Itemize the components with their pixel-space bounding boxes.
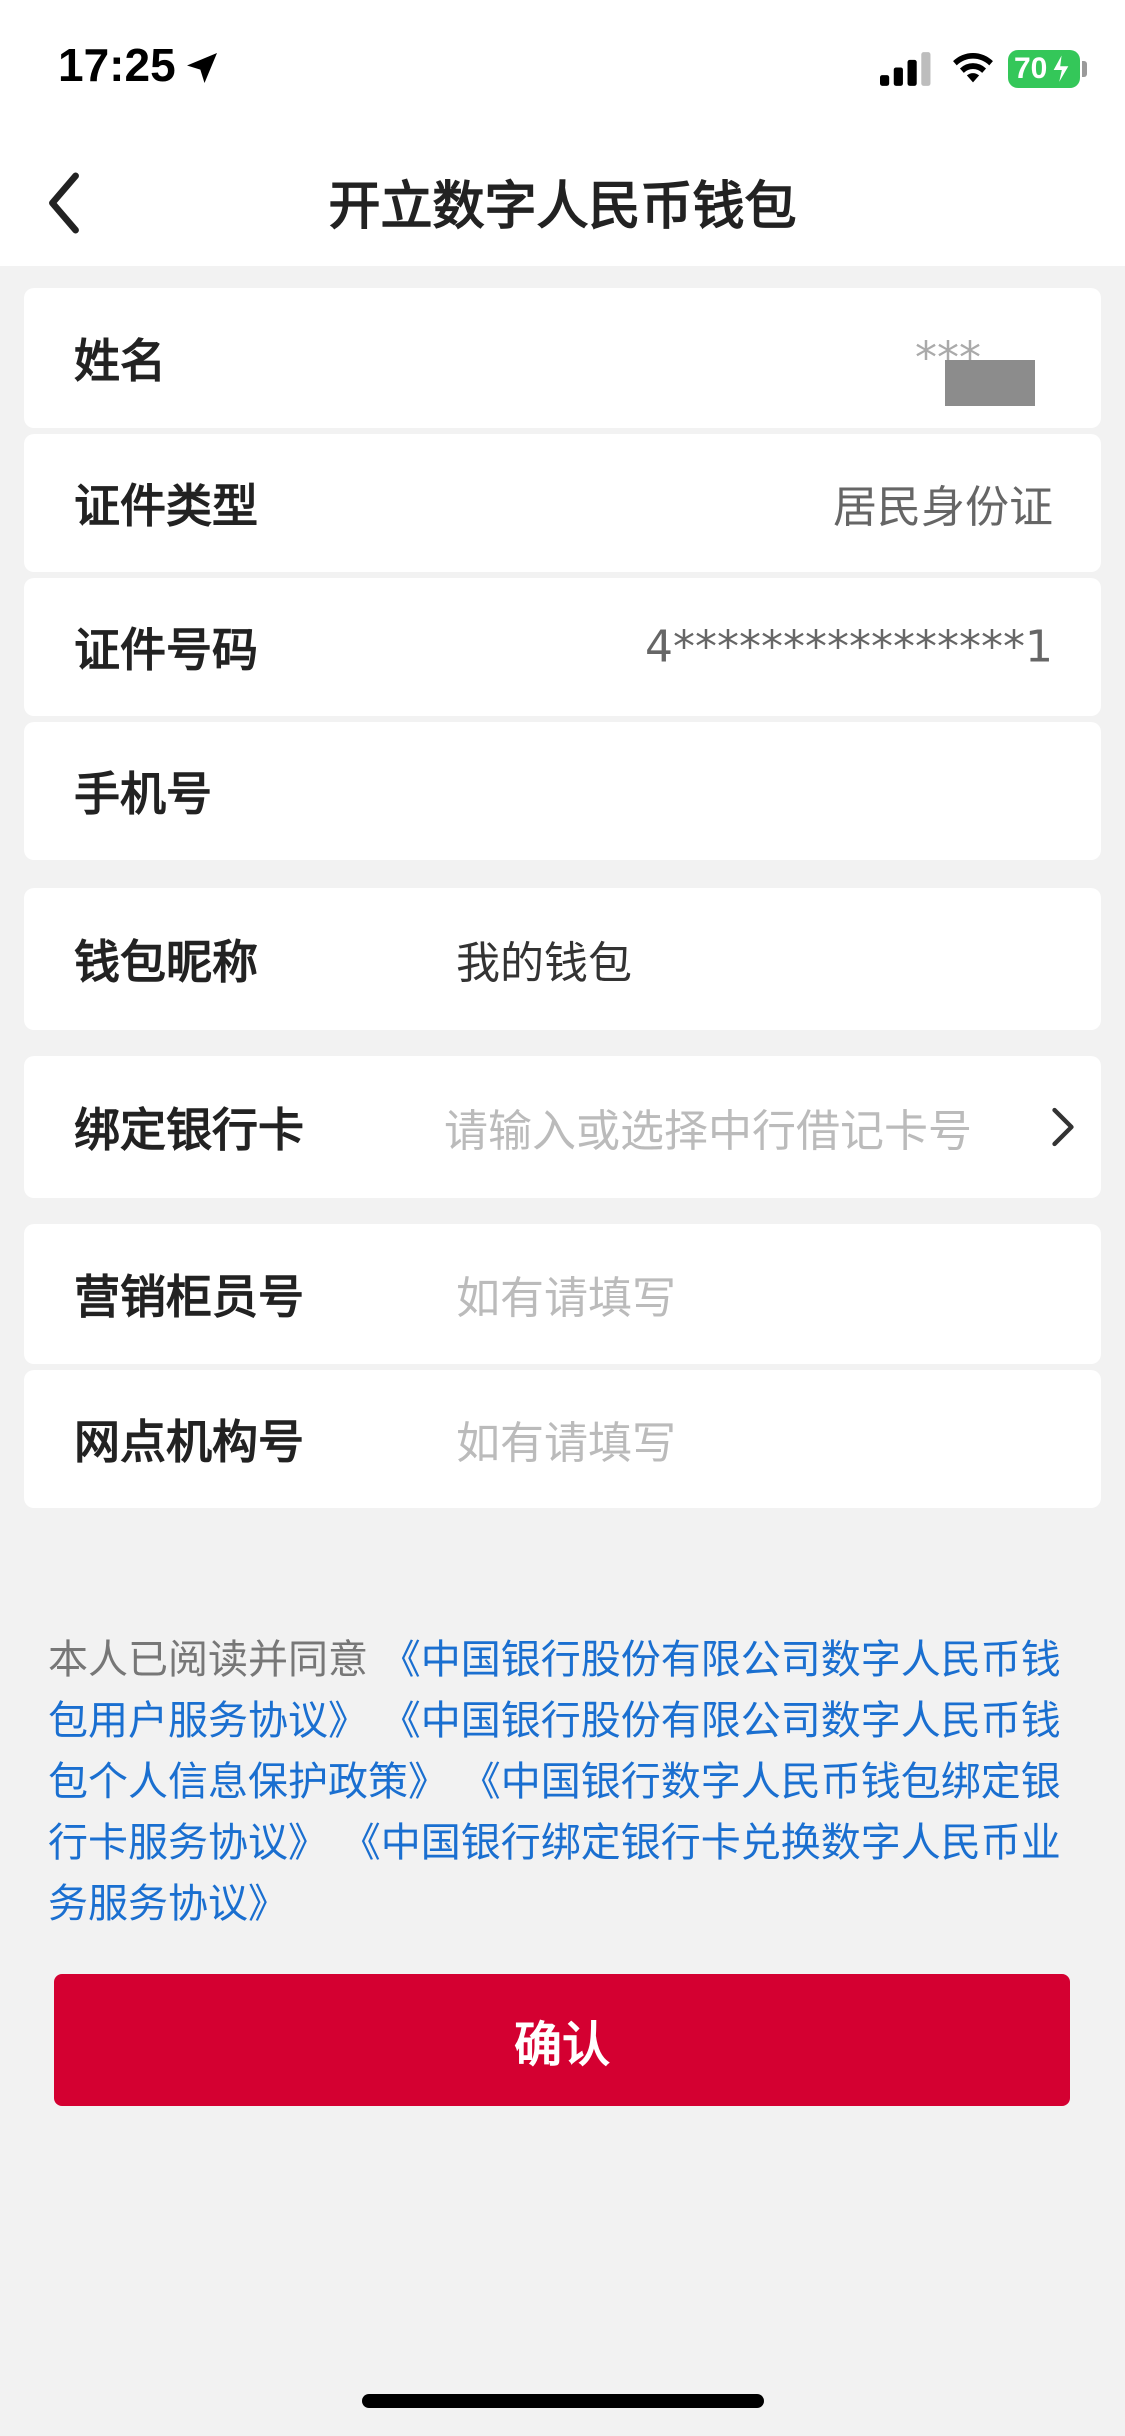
branch-number-row[interactable]: 网点机构号 如有请填写 [24,1370,1101,1508]
id-type-row: 证件类型 居民身份证 [24,434,1101,572]
nav-bar: 开立数字人民币钱包 [0,140,1125,266]
agreement-prefix: 本人已阅读并同意 [48,1637,368,1683]
confirm-button[interactable]: 确认 [54,1974,1070,2106]
teller-number-row[interactable]: 营销柜员号 如有请填写 [24,1224,1101,1364]
home-indicator [362,2394,764,2408]
phone-row: 手机号 [24,722,1101,860]
status-time: 17:25 [58,39,176,91]
name-row: 姓名 *** [24,288,1101,428]
teller-number-input[interactable]: 如有请填写 [456,1262,676,1326]
battery-tip [1082,61,1087,77]
branch-number-label: 网点机构号 [74,1415,304,1469]
id-number-row: 证件号码 4****************1 [24,578,1101,716]
cellular-signal-icon [880,52,931,86]
battery-level: 70 [1014,52,1048,85]
agreement-text: 本人已阅读并同意 《中国银行股份有限公司数字人民币钱包用户服务协议》 《中国银行… [48,1630,1078,1935]
id-type-label: 证件类型 [74,479,258,533]
phone-label: 手机号 [74,767,212,821]
wallet-nickname-input[interactable]: 我的钱包 [456,927,632,991]
branch-number-input[interactable]: 如有请填写 [456,1407,676,1471]
wallet-nickname-label: 钱包昵称 [74,935,258,989]
status-bar: 17:25 70 [0,0,1125,140]
wallet-nickname-row[interactable]: 钱包昵称 我的钱包 [24,888,1101,1030]
name-label: 姓名 [74,334,166,388]
bank-card-label: 绑定银行卡 [74,1103,304,1157]
id-number-value: 4****************1 [645,621,1053,673]
battery-charging-icon [1051,52,1071,86]
chevron-right-icon[interactable] [1049,1105,1077,1149]
location-arrow-icon [187,53,217,83]
id-type-value: 居民身份证 [833,482,1053,533]
teller-number-label: 营销柜员号 [74,1270,304,1324]
page-title: 开立数字人民币钱包 [328,177,797,237]
bank-card-row[interactable]: 绑定银行卡 请输入或选择中行借记卡号 [24,1056,1101,1198]
redaction-block [945,360,1035,406]
bank-card-input[interactable]: 请输入或选择中行借记卡号 [444,1095,972,1159]
wifi-icon [953,52,993,83]
id-number-label: 证件号码 [74,623,258,677]
